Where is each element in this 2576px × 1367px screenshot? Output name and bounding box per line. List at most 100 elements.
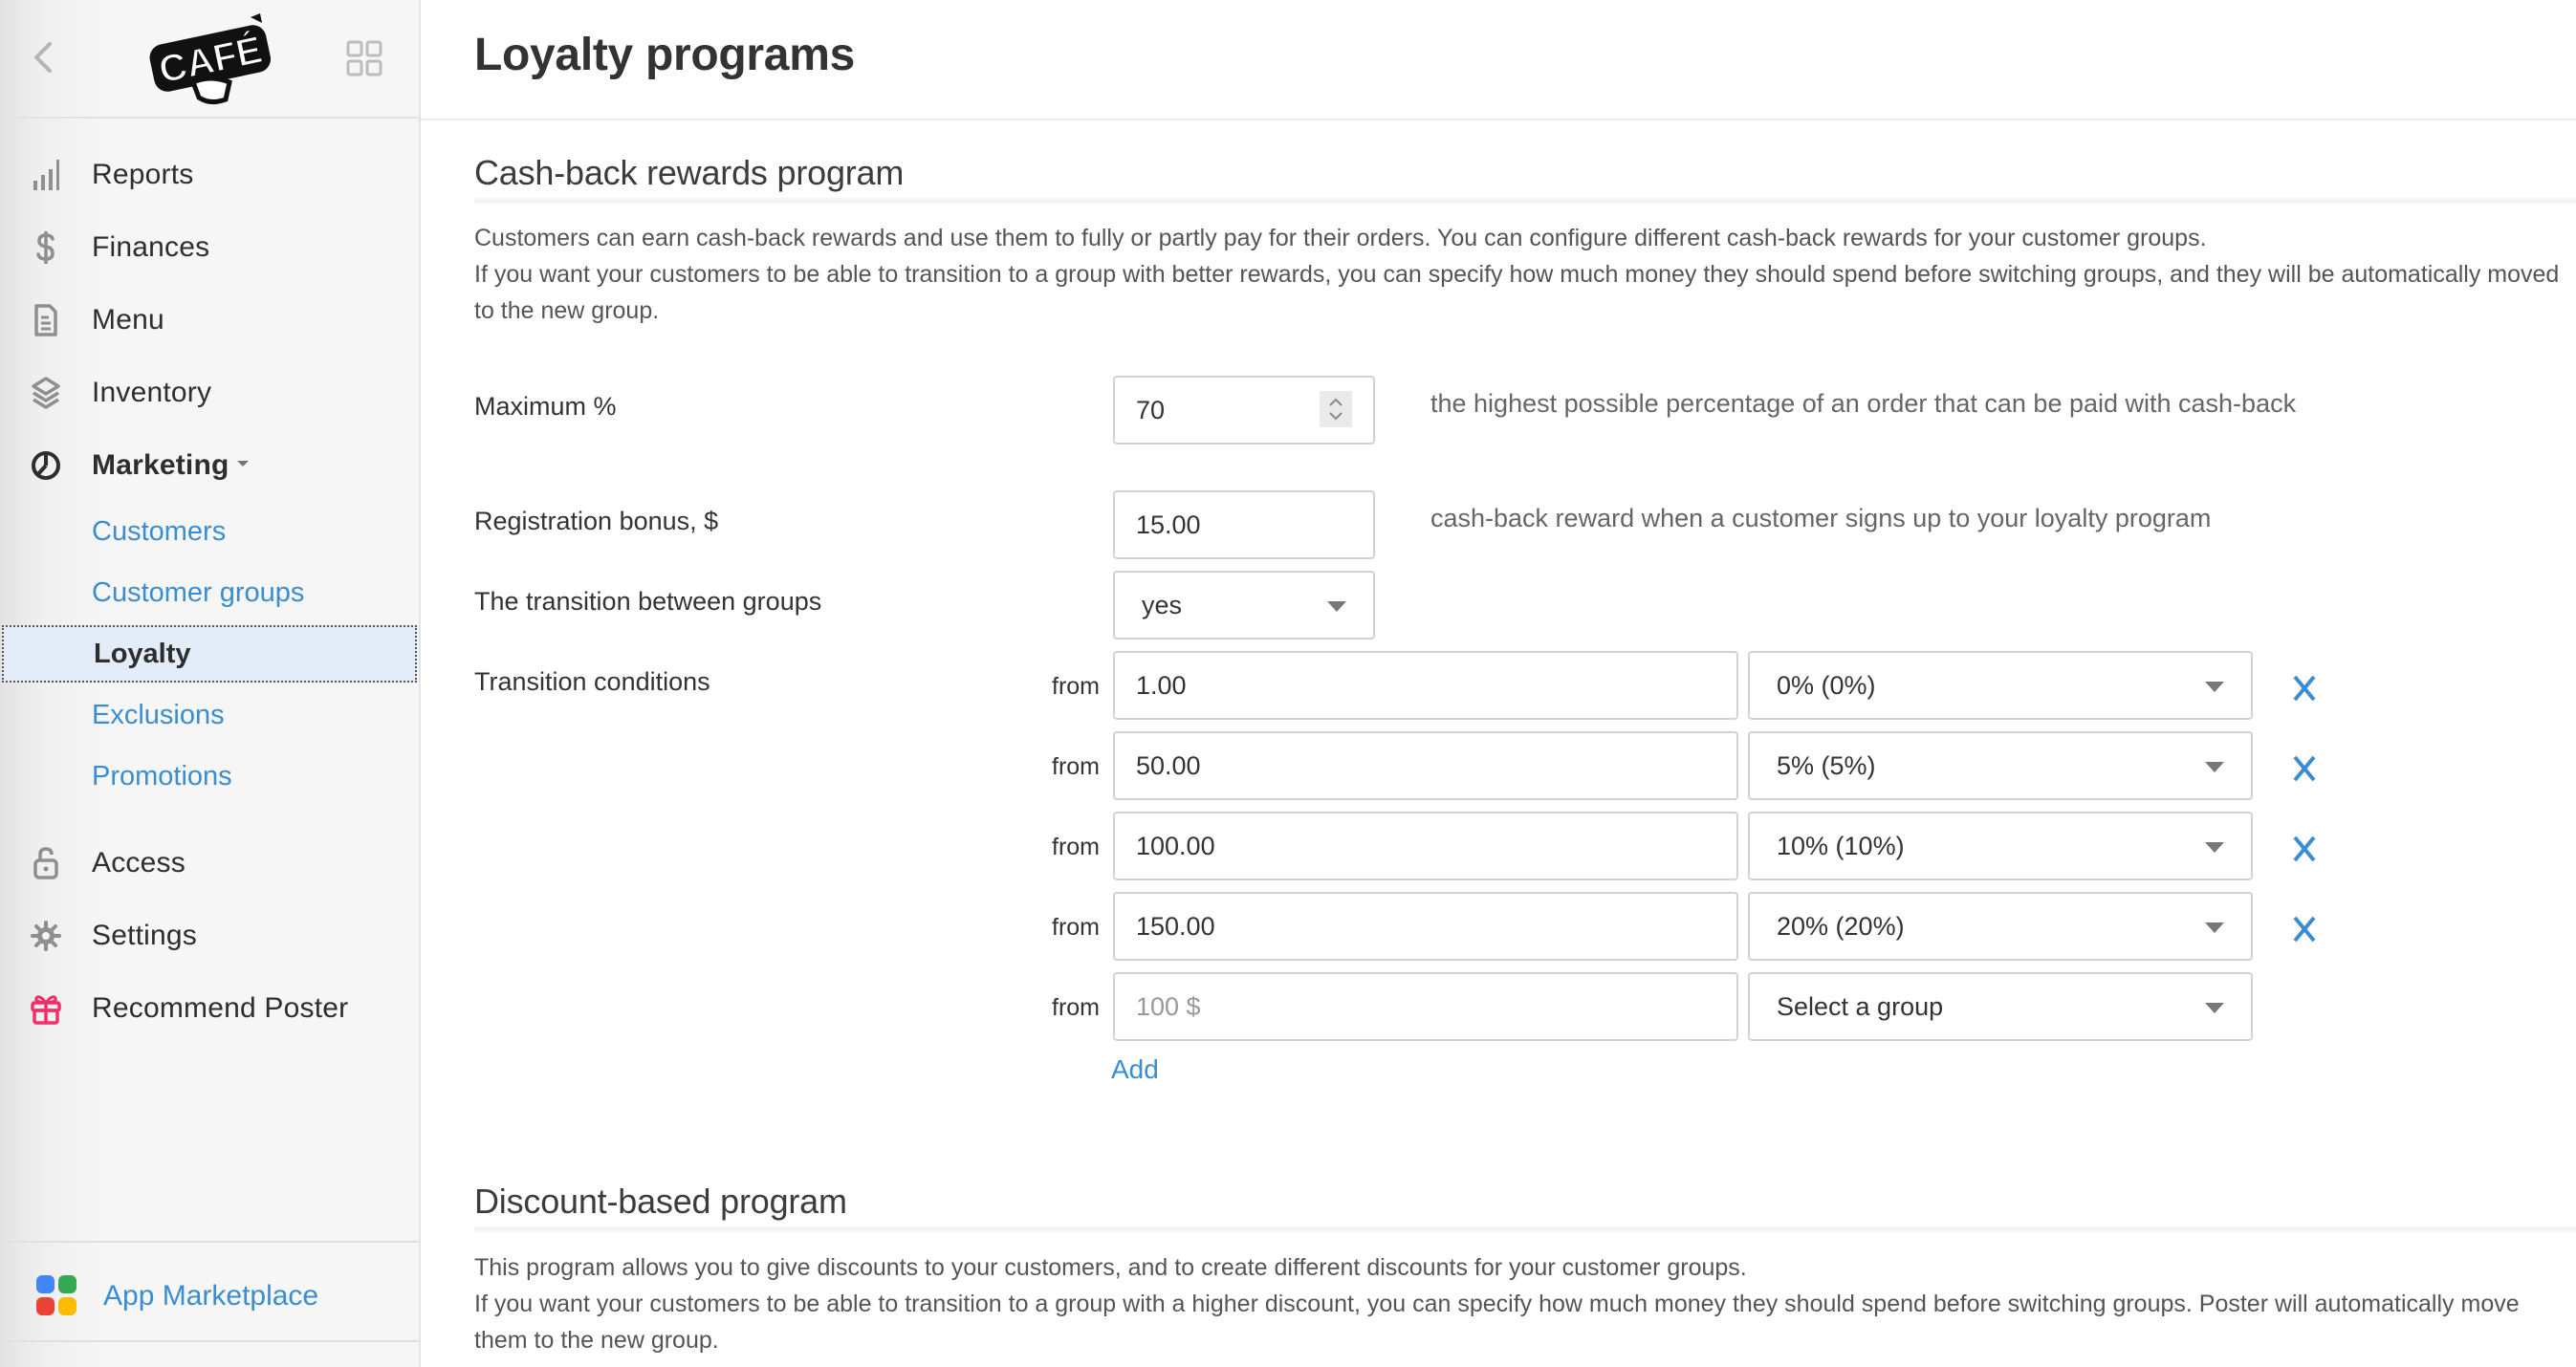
sidebar-divider (0, 1241, 419, 1243)
lock-open-icon (29, 846, 63, 880)
condition-amount-input[interactable]: 50.00 (1113, 731, 1738, 800)
condition-group-select[interactable]: 0% (0%) (1748, 651, 2253, 720)
from-label: from (1052, 914, 1100, 941)
from-label: from (1052, 753, 1100, 780)
chevron-left-icon (34, 42, 52, 73)
dollar-icon (29, 230, 63, 265)
remove-condition-button[interactable] (2287, 832, 2322, 866)
condition-amount-value: 1.00 (1136, 670, 1187, 700)
max-percent-hint: the highest possible percentage of an or… (1430, 389, 2297, 418)
registration-bonus-value: 15.00 (1136, 510, 1201, 539)
section-divider (474, 1226, 2576, 1232)
sidebar-item-reports[interactable]: Reports (0, 146, 419, 204)
add-condition-link[interactable]: Add (1111, 1054, 1159, 1085)
max-percent-value: 70 (1136, 395, 1166, 424)
close-icon (2293, 675, 2316, 702)
sidebar-subitem-customer-groups[interactable]: Customer groups (0, 566, 419, 619)
stepper-arrows-icon (1329, 398, 1343, 421)
sidebar-item-label: Settings (92, 920, 197, 951)
registration-bonus-input[interactable]: 15.00 (1113, 490, 1375, 559)
sidebar: CAFÉ Reports Finances Menu Inventory Mar… (0, 0, 421, 1367)
app-marketplace-link[interactable]: App Marketplace (0, 1264, 419, 1329)
transition-conditions-label: Transition conditions (474, 667, 710, 696)
cafe-logo[interactable]: CAFÉ (143, 11, 277, 107)
bar-chart-icon (29, 158, 63, 192)
document-icon (29, 303, 63, 337)
condition-group-select[interactable]: 20% (20%) (1748, 892, 2253, 961)
dropdown-arrow-icon (2205, 922, 2224, 933)
dropdown-arrow-icon (2205, 682, 2224, 692)
sidebar-item-finances[interactable]: Finances (0, 219, 419, 276)
sidebar-item-inventory[interactable]: Inventory (0, 364, 419, 422)
remove-condition-button[interactable] (2287, 671, 2322, 705)
group-placeholder: Select a group (1777, 991, 1944, 1021)
sidebar-item-label: Menu (92, 304, 164, 336)
sidebar-item-label: Inventory (92, 377, 212, 408)
layers-icon (29, 376, 63, 410)
description-line: Customers can earn cash-back rewards and… (474, 225, 2207, 251)
gift-icon (29, 991, 63, 1026)
close-icon (2293, 916, 2316, 943)
condition-group-value: 10% (10%) (1777, 831, 1905, 860)
amount-placeholder: 100 $ (1136, 991, 1201, 1021)
dropdown-arrow-icon (2205, 762, 2224, 772)
condition-group-value: 20% (20%) (1777, 911, 1905, 941)
sidebar-item-label: Reports (92, 159, 194, 190)
discount-description: This program allows you to give discount… (474, 1249, 2568, 1358)
condition-group-value: 0% (0%) (1777, 670, 1876, 700)
condition-amount-value: 100.00 (1136, 831, 1215, 860)
description-line: This program allows you to give discount… (474, 1254, 1747, 1281)
condition-amount-value: 50.00 (1136, 750, 1201, 780)
app-marketplace-label: App Marketplace (103, 1280, 319, 1312)
condition-amount-input[interactable]: 100.00 (1113, 812, 1738, 880)
new-condition-amount-input[interactable]: 100 $ (1113, 972, 1738, 1041)
condition-group-value: 5% (5%) (1777, 750, 1876, 780)
back-button[interactable] (29, 38, 57, 76)
discount-section-title: Discount-based program (474, 1182, 847, 1221)
dropdown-arrow-icon (2205, 842, 2224, 853)
sidebar-subitem-loyalty[interactable]: Loyalty (2, 625, 417, 683)
grid-icon (346, 40, 382, 76)
number-stepper[interactable] (1320, 391, 1352, 427)
sidebar-item-label: Recommend Poster (92, 992, 349, 1024)
sidebar-item-label: Finances (92, 231, 210, 263)
sidebar-subitem-label: Customers (92, 515, 227, 547)
sidebar-item-settings[interactable]: Settings (0, 907, 419, 965)
cashback-section-title: Cash-back rewards program (474, 153, 905, 192)
remove-condition-button[interactable] (2287, 751, 2322, 786)
sidebar-item-label: Marketing (92, 449, 229, 481)
transition-select[interactable]: yes (1113, 571, 1375, 640)
sidebar-subitem-customers[interactable]: Customers (0, 505, 419, 558)
condition-amount-value: 150.00 (1136, 911, 1215, 941)
close-icon (2293, 835, 2316, 862)
sidebar-subitem-exclusions[interactable]: Exclusions (0, 688, 419, 742)
transition-label: The transition between groups (474, 587, 822, 616)
apps-tiles-icon (36, 1275, 78, 1317)
sidebar-subitem-label: Loyalty (94, 638, 191, 669)
registration-bonus-hint: cash-back reward when a customer signs u… (1430, 504, 2212, 532)
sidebar-subitem-promotions[interactable]: Promotions (0, 749, 419, 803)
sidebar-header: CAFÉ (0, 0, 419, 119)
condition-amount-input[interactable]: 1.00 (1113, 651, 1738, 720)
sidebar-item-access[interactable]: Access (0, 835, 419, 892)
page-header: Loyalty programs (421, 0, 2576, 120)
from-label: from (1052, 834, 1100, 860)
max-percent-input[interactable]: 70 (1113, 376, 1375, 445)
condition-group-select[interactable]: 5% (5%) (1748, 731, 2253, 800)
max-percent-label: Maximum % (474, 392, 617, 421)
section-divider (474, 198, 2576, 204)
sidebar-subitem-label: Promotions (92, 760, 232, 792)
sidebar-item-recommend-poster[interactable]: Recommend Poster (0, 980, 419, 1037)
sidebar-subitem-label: Exclusions (92, 699, 225, 730)
condition-group-select[interactable]: 10% (10%) (1748, 812, 2253, 880)
apps-switch-button[interactable] (346, 40, 384, 78)
new-condition-group-select[interactable]: Select a group (1748, 972, 2253, 1041)
sidebar-divider (0, 1340, 419, 1342)
gear-icon (29, 919, 63, 953)
sidebar-item-menu[interactable]: Menu (0, 292, 419, 349)
caret-down-icon (236, 461, 249, 467)
remove-condition-button[interactable] (2287, 912, 2322, 946)
transition-value: yes (1142, 590, 1183, 619)
condition-amount-input[interactable]: 150.00 (1113, 892, 1738, 961)
sidebar-item-marketing[interactable]: Marketing (0, 437, 419, 494)
